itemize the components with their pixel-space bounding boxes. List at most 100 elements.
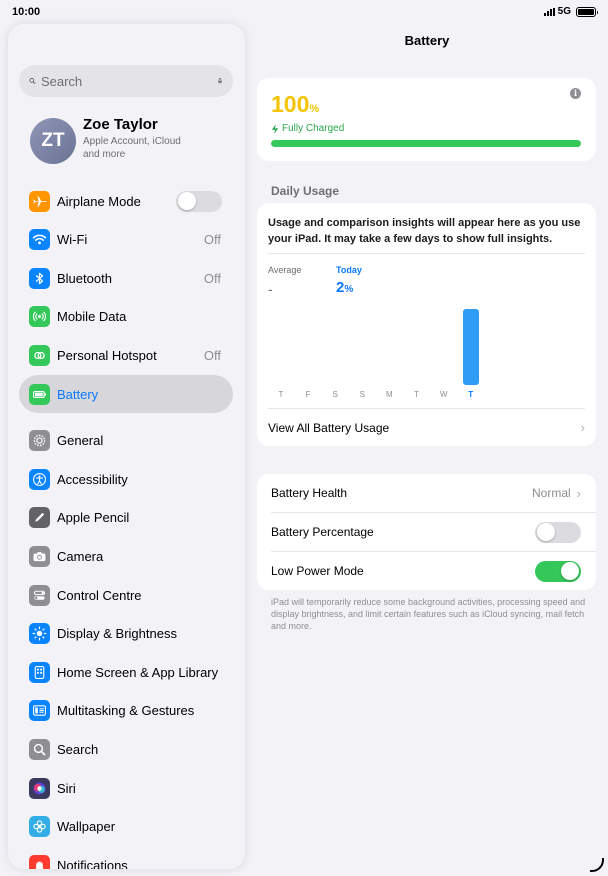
search-field[interactable] — [19, 65, 233, 97]
sidebar-item-bluetooth[interactable]: Bluetooth Off — [19, 259, 233, 297]
sidebar-item-label: Mobile Data — [57, 309, 127, 325]
sidebar-item-accessibility[interactable]: Accessibility — [19, 460, 233, 498]
sidebar-item-multitasking-gestures[interactable]: Multitasking & Gestures — [19, 692, 233, 730]
low-power-mode-label: Low Power Mode — [271, 564, 364, 578]
camera-icon — [29, 545, 50, 567]
chart-day-label: T — [414, 390, 419, 399]
sidebar-item-battery[interactable]: Battery — [19, 375, 233, 414]
antenna-icon — [29, 306, 50, 328]
usage-chart: TFSSMTWT — [268, 303, 586, 399]
battery-settings-list: Battery Health Normal › Battery Percenta… — [257, 474, 596, 590]
sidebar-item-label: General — [57, 432, 104, 448]
chevron-right-icon: › — [580, 420, 585, 435]
battery-status-icon — [576, 6, 598, 17]
sidebar-item-general[interactable]: General — [19, 421, 233, 459]
average-value: - — [268, 281, 273, 297]
search-icon — [29, 739, 50, 761]
battery-icon — [29, 383, 50, 405]
network-label: 5G — [557, 6, 571, 17]
sidebar-item-mobile-data[interactable]: Mobile Data — [19, 298, 233, 336]
wifi-icon — [29, 229, 50, 251]
airplane-mode-toggle[interactable] — [176, 190, 222, 212]
bell-icon — [29, 855, 50, 869]
daily-usage-card: Usage and comparison insights will appea… — [257, 203, 596, 446]
sidebar-item-apple-pencil[interactable]: Apple Pencil — [19, 499, 233, 537]
chart-day-label: T — [468, 390, 474, 399]
view-all-label: View All Battery Usage — [268, 420, 390, 435]
sidebar-item-value: Off — [203, 348, 221, 364]
chart-day-label: T — [278, 390, 284, 399]
page-title: Battery — [404, 33, 450, 48]
sidebar-item-label: Home Screen & App Library — [57, 664, 219, 680]
sidebar-item-label: Airplane Mode — [57, 193, 141, 209]
low-power-mode-toggle[interactable] — [535, 560, 581, 582]
lightning-icon — [271, 123, 279, 134]
chart-day-label: W — [439, 390, 448, 399]
divider — [268, 253, 585, 254]
account-profile[interactable]: ZT Zoe Taylor Apple Account, iCloud and … — [30, 116, 193, 164]
chart-bar — [462, 309, 479, 385]
sidebar: ZT Zoe Taylor Apple Account, iCloud and … — [8, 24, 245, 869]
status-time: 10:00 — [12, 6, 41, 18]
sidebar-item-wi-fi[interactable]: Wi-Fi Off — [19, 221, 233, 259]
average-label: Average — [268, 265, 302, 275]
charge-status-label: Fully Charged — [282, 123, 345, 134]
hotspot-icon — [29, 345, 50, 367]
sidebar-item-label: Apple Pencil — [57, 510, 130, 526]
charge-status: Fully Charged — [271, 123, 344, 134]
sidebar-item-label: Display & Brightness — [57, 626, 177, 642]
sidebar-item-label: Siri — [57, 780, 76, 796]
airplane-icon — [29, 190, 50, 212]
battery-health-value: Normal — [531, 486, 571, 500]
siri-icon — [29, 777, 50, 799]
avatar: ZT — [30, 118, 76, 164]
battery-percentage-toggle[interactable] — [535, 521, 581, 543]
sidebar-item-display-brightness[interactable]: Display & Brightness — [19, 615, 233, 653]
battery-percentage-display: 100% — [271, 91, 320, 117]
sidebar-item-siri[interactable]: Siri — [19, 769, 233, 807]
low-power-mode-row: Low Power Mode — [257, 552, 596, 590]
sidebar-item-label: Wi-Fi — [57, 232, 88, 248]
home-screen-icon — [29, 661, 50, 683]
status-bar: 10:00 5G — [0, 0, 608, 24]
search-input[interactable] — [40, 73, 217, 89]
profile-name: Zoe Taylor — [83, 116, 158, 133]
low-power-footnote: iPad will temporarily reduce some backgr… — [271, 597, 586, 631]
status-indicators: 5G — [543, 6, 598, 17]
usage-message: Usage and comparison insights will appea… — [268, 217, 581, 245]
sun-icon — [29, 623, 50, 645]
microphone-icon[interactable] — [217, 74, 223, 88]
battery-level-bar — [271, 140, 581, 147]
sidebar-item-control-centre[interactable]: Control Centre — [19, 576, 233, 614]
battery-percentage-row: Battery Percentage — [257, 513, 596, 551]
sidebar-item-label: Multitasking & Gestures — [57, 703, 195, 719]
battery-level-card: 100% i Fully Charged — [257, 78, 596, 161]
battery-health-label: Battery Health — [271, 486, 348, 500]
sidebar-item-label: Control Centre — [57, 587, 142, 603]
chart-day-label: S — [332, 390, 338, 399]
signal-icon — [543, 7, 555, 16]
accessibility-icon — [29, 468, 50, 490]
sidebar-item-camera[interactable]: Camera — [19, 537, 233, 575]
sidebar-item-search[interactable]: Search — [19, 731, 233, 769]
view-all-battery-usage[interactable]: View All Battery Usage › — [268, 409, 585, 446]
battery-percentage-label: Battery Percentage — [271, 525, 374, 539]
bluetooth-icon — [29, 267, 50, 289]
sidebar-item-personal-hotspot[interactable]: Personal Hotspot Off — [19, 337, 233, 375]
sidebar-item-notifications[interactable]: Notifications — [19, 847, 233, 869]
chevron-right-icon: › — [576, 485, 581, 501]
chart-day-label: S — [359, 390, 365, 399]
sidebar-item-label: Personal Hotspot — [57, 348, 157, 364]
control-centre-icon — [29, 584, 50, 606]
info-icon[interactable]: i — [570, 88, 581, 99]
today-value: 2% — [336, 279, 354, 296]
battery-health-row[interactable]: Battery Health Normal › — [257, 474, 596, 512]
battery-level-fill — [271, 140, 581, 147]
sidebar-item-home-screen-app-library[interactable]: Home Screen & App Library — [19, 653, 233, 691]
sidebar-item-label: Bluetooth — [57, 270, 112, 286]
flower-icon — [29, 816, 50, 838]
sidebar-item-value: Off — [203, 270, 221, 286]
sidebar-item-wallpaper[interactable]: Wallpaper — [19, 808, 233, 846]
sidebar-item-airplane-mode[interactable]: Airplane Mode — [19, 182, 233, 220]
corner-indicator — [590, 858, 604, 872]
